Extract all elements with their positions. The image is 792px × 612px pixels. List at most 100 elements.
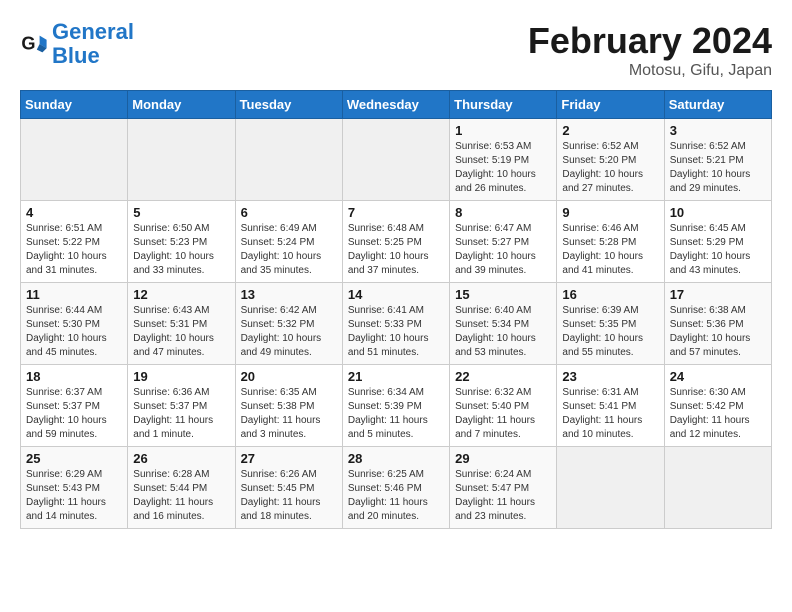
calendar-cell: 25Sunrise: 6:29 AM Sunset: 5:43 PM Dayli… <box>21 447 128 529</box>
calendar-cell <box>557 447 664 529</box>
day-number: 29 <box>455 451 551 466</box>
day-number: 26 <box>133 451 229 466</box>
day-detail: Sunrise: 6:46 AM Sunset: 5:28 PM Dayligh… <box>562 222 658 278</box>
day-detail: Sunrise: 6:31 AM Sunset: 5:41 PM Dayligh… <box>562 386 658 442</box>
week-row-3: 11 Sunrise: 6:44 AM Sunset: 5:30 PM Dayli… <box>21 283 772 365</box>
day-detail: Sunrise: 6:45 AM Sunset: 5:29 PM Dayligh… <box>670 222 766 278</box>
calendar-cell <box>21 119 128 201</box>
day-number: 15 <box>455 287 551 302</box>
day-detail: Sunrise: 6:44 AM Sunset: 5:30 PM Dayligh… <box>26 304 122 360</box>
calendar-table: SundayMondayTuesdayWednesdayThursdayFrid… <box>20 90 772 529</box>
day-number: 27 <box>241 451 337 466</box>
day-detail: Sunrise: 6:42 AM Sunset: 5:32 PM Dayligh… <box>241 304 337 360</box>
day-detail: Sunrise: 6:29 AM Sunset: 5:43 PM Dayligh… <box>26 468 122 524</box>
day-detail: Sunrise: 6:40 AM Sunset: 5:34 PM Dayligh… <box>455 304 551 360</box>
day-detail: Sunrise: 6:50 AM Sunset: 5:23 PM Dayligh… <box>133 222 229 278</box>
svg-text:G: G <box>21 34 35 54</box>
calendar-cell: 11 Sunrise: 6:44 AM Sunset: 5:30 PM Dayli… <box>21 283 128 365</box>
day-number: 21 <box>348 369 444 384</box>
day-header-sunday: Sunday <box>21 91 128 119</box>
calendar-cell: 7 Sunrise: 6:48 AM Sunset: 5:25 PM Daylig… <box>342 201 449 283</box>
day-number: 5 <box>133 205 229 220</box>
day-number: 11 <box>26 287 122 302</box>
day-detail: Sunrise: 6:32 AM Sunset: 5:40 PM Dayligh… <box>455 386 551 442</box>
day-header-tuesday: Tuesday <box>235 91 342 119</box>
day-detail: Sunrise: 6:41 AM Sunset: 5:33 PM Dayligh… <box>348 304 444 360</box>
day-number: 9 <box>562 205 658 220</box>
day-number: 12 <box>133 287 229 302</box>
calendar-cell: 8 Sunrise: 6:47 AM Sunset: 5:27 PM Daylig… <box>450 201 557 283</box>
calendar-cell: 12 Sunrise: 6:43 AM Sunset: 5:31 PM Dayli… <box>128 283 235 365</box>
day-detail: Sunrise: 6:38 AM Sunset: 5:36 PM Dayligh… <box>670 304 766 360</box>
day-number: 17 <box>670 287 766 302</box>
day-number: 22 <box>455 369 551 384</box>
day-number: 16 <box>562 287 658 302</box>
calendar-cell <box>128 119 235 201</box>
day-detail: Sunrise: 6:37 AM Sunset: 5:37 PM Dayligh… <box>26 386 122 442</box>
week-row-4: 18Sunrise: 6:37 AM Sunset: 5:37 PM Dayli… <box>21 365 772 447</box>
day-detail: Sunrise: 6:24 AM Sunset: 5:47 PM Dayligh… <box>455 468 551 524</box>
day-header-thursday: Thursday <box>450 91 557 119</box>
calendar-cell: 14 Sunrise: 6:41 AM Sunset: 5:33 PM Dayli… <box>342 283 449 365</box>
calendar-cell: 24Sunrise: 6:30 AM Sunset: 5:42 PM Dayli… <box>664 365 771 447</box>
day-number: 14 <box>348 287 444 302</box>
day-detail: Sunrise: 6:36 AM Sunset: 5:37 PM Dayligh… <box>133 386 229 442</box>
calendar-cell: 17 Sunrise: 6:38 AM Sunset: 5:36 PM Dayli… <box>664 283 771 365</box>
calendar-cell: 13 Sunrise: 6:42 AM Sunset: 5:32 PM Dayli… <box>235 283 342 365</box>
day-detail: Sunrise: 6:25 AM Sunset: 5:46 PM Dayligh… <box>348 468 444 524</box>
logo: G General Blue <box>20 20 134 68</box>
day-number: 3 <box>670 123 766 138</box>
calendar-body: 1Sunrise: 6:53 AM Sunset: 5:19 PM Daylig… <box>21 119 772 529</box>
calendar-cell: 29 Sunrise: 6:24 AM Sunset: 5:47 PM Dayli… <box>450 447 557 529</box>
day-detail: Sunrise: 6:47 AM Sunset: 5:27 PM Dayligh… <box>455 222 551 278</box>
header-row: SundayMondayTuesdayWednesdayThursdayFrid… <box>21 91 772 119</box>
day-detail: Sunrise: 6:52 AM Sunset: 5:21 PM Dayligh… <box>670 140 766 196</box>
day-detail: Sunrise: 6:52 AM Sunset: 5:20 PM Dayligh… <box>562 140 658 196</box>
day-number: 19 <box>133 369 229 384</box>
day-number: 10 <box>670 205 766 220</box>
day-number: 6 <box>241 205 337 220</box>
day-detail: Sunrise: 6:28 AM Sunset: 5:44 PM Dayligh… <box>133 468 229 524</box>
calendar-cell: 6 Sunrise: 6:49 AM Sunset: 5:24 PM Daylig… <box>235 201 342 283</box>
day-detail: Sunrise: 6:30 AM Sunset: 5:42 PM Dayligh… <box>670 386 766 442</box>
day-number: 23 <box>562 369 658 384</box>
calendar-cell: 28 Sunrise: 6:25 AM Sunset: 5:46 PM Dayli… <box>342 447 449 529</box>
day-detail: Sunrise: 6:53 AM Sunset: 5:19 PM Dayligh… <box>455 140 551 196</box>
calendar-cell: 16Sunrise: 6:39 AM Sunset: 5:35 PM Dayli… <box>557 283 664 365</box>
day-number: 4 <box>26 205 122 220</box>
day-header-friday: Friday <box>557 91 664 119</box>
calendar-cell: 20 Sunrise: 6:35 AM Sunset: 5:38 PM Dayli… <box>235 365 342 447</box>
logo-text: General Blue <box>52 20 134 68</box>
week-row-5: 25Sunrise: 6:29 AM Sunset: 5:43 PM Dayli… <box>21 447 772 529</box>
day-number: 2 <box>562 123 658 138</box>
calendar-cell: 5 Sunrise: 6:50 AM Sunset: 5:23 PM Daylig… <box>128 201 235 283</box>
day-detail: Sunrise: 6:51 AM Sunset: 5:22 PM Dayligh… <box>26 222 122 278</box>
day-detail: Sunrise: 6:26 AM Sunset: 5:45 PM Dayligh… <box>241 468 337 524</box>
day-detail: Sunrise: 6:43 AM Sunset: 5:31 PM Dayligh… <box>133 304 229 360</box>
day-number: 28 <box>348 451 444 466</box>
day-number: 13 <box>241 287 337 302</box>
calendar-cell: 3 Sunrise: 6:52 AM Sunset: 5:21 PM Daylig… <box>664 119 771 201</box>
calendar-cell <box>342 119 449 201</box>
calendar-cell: 9 Sunrise: 6:46 AM Sunset: 5:28 PM Daylig… <box>557 201 664 283</box>
calendar-cell: 22 Sunrise: 6:32 AM Sunset: 5:40 PM Dayli… <box>450 365 557 447</box>
day-header-monday: Monday <box>128 91 235 119</box>
calendar-cell: 2 Sunrise: 6:52 AM Sunset: 5:20 PM Daylig… <box>557 119 664 201</box>
day-detail: Sunrise: 6:48 AM Sunset: 5:25 PM Dayligh… <box>348 222 444 278</box>
calendar-cell: 27 Sunrise: 6:26 AM Sunset: 5:45 PM Dayli… <box>235 447 342 529</box>
calendar-cell: 10 Sunrise: 6:45 AM Sunset: 5:29 PM Dayli… <box>664 201 771 283</box>
calendar-header: SundayMondayTuesdayWednesdayThursdayFrid… <box>21 91 772 119</box>
page-title: February 2024 <box>528 20 772 62</box>
week-row-1: 1Sunrise: 6:53 AM Sunset: 5:19 PM Daylig… <box>21 119 772 201</box>
day-number: 20 <box>241 369 337 384</box>
calendar-cell: 19 Sunrise: 6:36 AM Sunset: 5:37 PM Dayli… <box>128 365 235 447</box>
day-detail: Sunrise: 6:49 AM Sunset: 5:24 PM Dayligh… <box>241 222 337 278</box>
page-subtitle: Motosu, Gifu, Japan <box>528 62 772 80</box>
day-detail: Sunrise: 6:35 AM Sunset: 5:38 PM Dayligh… <box>241 386 337 442</box>
logo-icon: G <box>20 30 48 58</box>
day-number: 8 <box>455 205 551 220</box>
day-number: 7 <box>348 205 444 220</box>
calendar-cell: 18Sunrise: 6:37 AM Sunset: 5:37 PM Dayli… <box>21 365 128 447</box>
calendar-cell: 26 Sunrise: 6:28 AM Sunset: 5:44 PM Dayli… <box>128 447 235 529</box>
day-header-saturday: Saturday <box>664 91 771 119</box>
